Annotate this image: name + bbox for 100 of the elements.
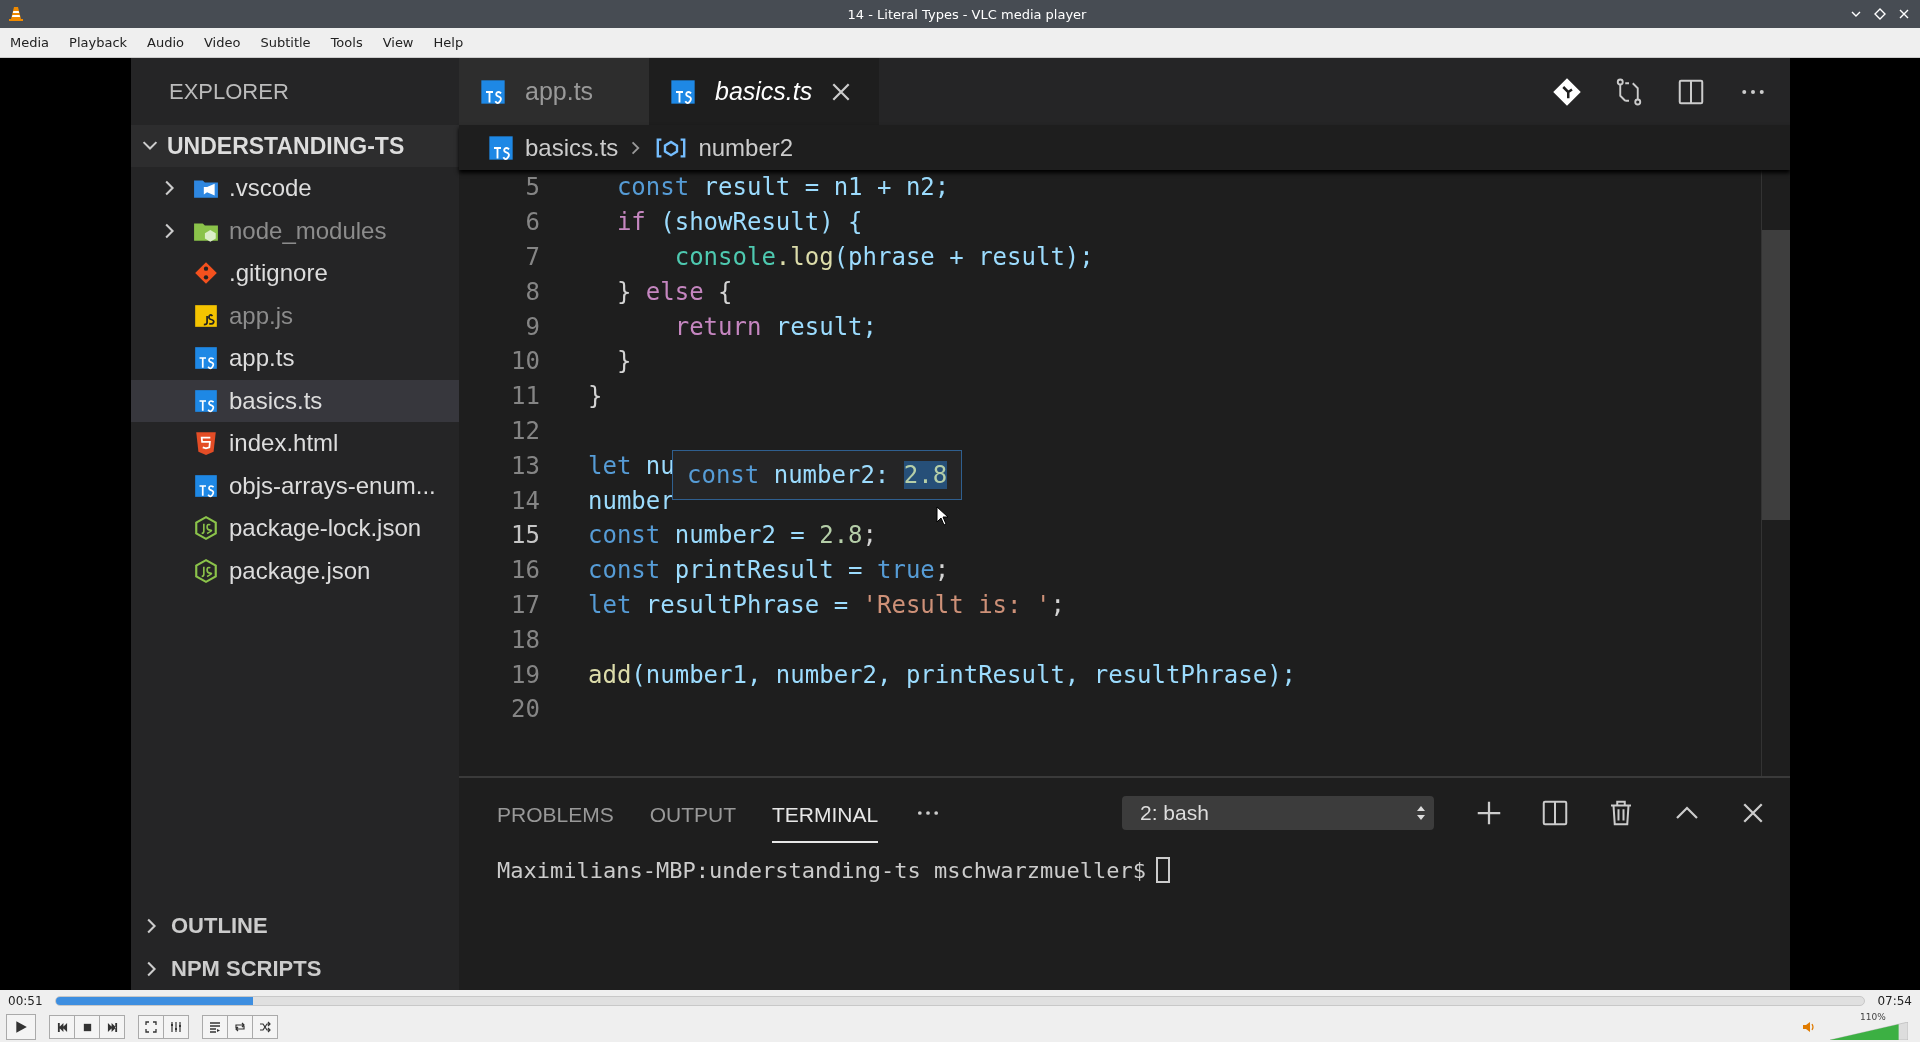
tree-item[interactable]: package-lock.json — [131, 507, 459, 550]
playlist-icon — [209, 1021, 221, 1033]
next-icon — [106, 1021, 118, 1033]
volume-label: 110% — [1860, 1012, 1886, 1022]
json-file-icon — [193, 515, 219, 542]
split-terminal-icon[interactable] — [1540, 798, 1570, 828]
shuffle-icon — [259, 1021, 271, 1033]
code-line: const printResult = true; — [588, 556, 950, 585]
panel-tab[interactable]: PROBLEMS — [497, 783, 614, 843]
tree-item[interactable]: app.js — [131, 294, 459, 337]
json-file-icon — [193, 557, 219, 584]
previous-icon — [56, 1021, 68, 1033]
settings-button[interactable] — [163, 1015, 189, 1039]
line-number: 11 — [510, 382, 540, 411]
ts-file-icon — [193, 345, 219, 372]
code-line: } — [588, 382, 603, 411]
menu-item[interactable]: Video — [194, 32, 251, 53]
ts-file-icon — [193, 472, 219, 499]
code-line: return result; — [673, 312, 877, 341]
stop-button[interactable] — [74, 1015, 100, 1039]
line-number: 5 — [524, 173, 540, 202]
code-line: } else { — [615, 277, 733, 306]
line-number: 10 — [510, 347, 540, 376]
hover-tooltip: const number2: 2.8 — [672, 450, 963, 500]
elapsed-time: 00:51 — [8, 994, 43, 1008]
line-number: 14 — [510, 486, 540, 515]
menu-item[interactable]: View — [372, 32, 424, 53]
scrollbar-thumb[interactable] — [1762, 230, 1790, 520]
code-line: if (showResult) { — [615, 208, 863, 237]
previous-button[interactable] — [49, 1015, 75, 1039]
ts-file-icon — [669, 77, 697, 106]
line-number: 18 — [510, 625, 540, 654]
breadcrumb-item[interactable]: basics.ts — [487, 133, 619, 162]
panel-tab[interactable]: OUTPUT — [649, 783, 737, 843]
terminal-select[interactable]: 2: bash — [1122, 796, 1434, 830]
loop-icon — [234, 1021, 246, 1033]
seek-bar[interactable] — [54, 996, 1866, 1006]
menu-item[interactable]: Subtitle — [250, 32, 321, 53]
play-icon — [14, 1020, 28, 1034]
fullscreen-button[interactable] — [138, 1015, 164, 1039]
editor-tab[interactable]: app.ts — [459, 58, 649, 125]
tree-item[interactable]: app.ts — [131, 337, 459, 380]
line-number: 20 — [510, 695, 540, 724]
panel-tab[interactable]: TERMINAL — [772, 783, 879, 843]
code-line: let resultPhrase = 'Result is: '; — [588, 590, 1065, 619]
section-header[interactable]: NPM SCRIPTS — [131, 947, 459, 990]
line-number: 16 — [510, 556, 540, 585]
explorer-title: EXPLORER — [168, 77, 290, 106]
code-line: add(number1, number2, printResult, resultPhrase); — [588, 660, 1297, 689]
tree-item[interactable]: objs-arrays-enum... — [131, 464, 459, 507]
updown-icon — [1416, 805, 1426, 821]
js-file-icon — [193, 302, 219, 329]
code-line: const result = n1 + n2; — [615, 173, 950, 202]
line-number: 15 — [510, 521, 540, 550]
ts-file-icon — [487, 133, 515, 162]
tree-item[interactable]: index.html — [131, 422, 459, 465]
tree-item[interactable]: basics.ts — [131, 379, 459, 422]
traffic-cone-icon — [8, 6, 24, 22]
play-button[interactable] — [6, 1014, 36, 1040]
code-line: console.log(phrase + result); — [673, 243, 1094, 271]
tree-root[interactable]: UNDERSTANDING-TS — [131, 125, 459, 167]
menu-item[interactable]: Playback — [59, 32, 138, 53]
tree-item[interactable]: .gitignore — [131, 252, 459, 295]
menu-item[interactable]: Audio — [137, 32, 194, 53]
tree-item[interactable]: .vscode — [131, 167, 459, 210]
speaker-icon[interactable] — [1802, 1020, 1816, 1034]
compare-icon[interactable] — [1614, 76, 1644, 107]
line-number: 12 — [510, 416, 540, 445]
editor-tab[interactable]: basics.ts — [649, 58, 879, 125]
breadcrumb-item[interactable]: number2 — [654, 133, 794, 162]
line-number: 13 — [510, 451, 540, 480]
menu-item[interactable]: Help — [423, 32, 474, 53]
loop-button[interactable] — [227, 1015, 253, 1039]
line-number: 8 — [524, 277, 540, 306]
terminal-cursor — [1156, 857, 1170, 883]
code-line: } — [615, 347, 632, 376]
menu-item[interactable]: Tools — [320, 32, 373, 53]
menu-item[interactable]: Media — [0, 32, 60, 53]
next-button[interactable] — [99, 1015, 125, 1039]
code-line: const number2 = 2.8; — [588, 521, 877, 550]
close-icon[interactable] — [1898, 8, 1910, 20]
ts-file-icon — [193, 387, 219, 414]
git-icon[interactable] — [1552, 76, 1582, 107]
fullscreen-icon — [145, 1021, 157, 1033]
total-time: 07:54 — [1877, 994, 1912, 1008]
terminal-prompt: Maximilians-MBP:understanding-ts mschwarzmueller$ — [497, 857, 1146, 883]
line-number: 9 — [524, 312, 540, 341]
line-number: 19 — [510, 660, 540, 689]
html-file-icon — [193, 430, 219, 457]
section-header[interactable]: OUTLINE — [131, 904, 459, 947]
sliders-icon — [170, 1021, 182, 1033]
window-title: 14 - Literal Types - VLC media player — [846, 6, 1088, 22]
stop-icon — [81, 1021, 93, 1033]
code-line: number — [588, 486, 675, 515]
line-number: 17 — [510, 590, 540, 619]
playlist-button[interactable] — [202, 1015, 228, 1039]
tree-item[interactable]: package.json — [131, 549, 459, 592]
tree-item[interactable]: node_modules — [131, 209, 459, 252]
maximize-icon[interactable] — [1874, 8, 1886, 20]
shuffle-button[interactable] — [252, 1015, 278, 1039]
